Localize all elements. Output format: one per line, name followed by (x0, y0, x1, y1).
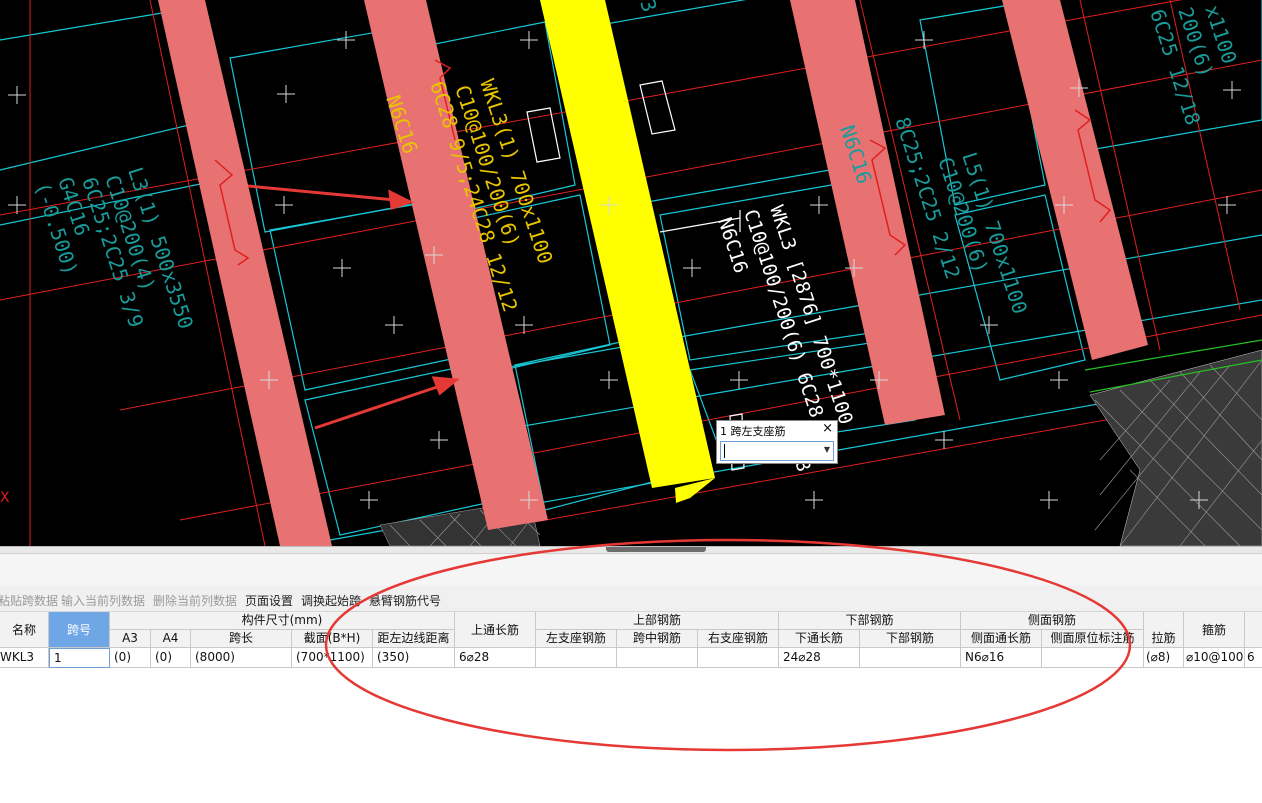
cell-side-original[interactable] (1042, 648, 1144, 668)
col-header-extra (1245, 612, 1262, 648)
cell-edge-distance[interactable]: (350) (373, 648, 455, 668)
cell-left-support[interactable] (536, 648, 617, 668)
cell-span[interactable]: 1 (49, 648, 110, 668)
cell-bottom-continuous[interactable]: 24⌀28 (779, 648, 860, 668)
left-support-rebar-input[interactable]: ▼ (720, 441, 834, 461)
cell-top-continuous[interactable]: 6⌀28 (455, 648, 536, 668)
cell-side-continuous[interactable]: N6⌀16 (961, 648, 1042, 668)
swap-start-span-button[interactable]: 调换起始跨 (301, 592, 361, 609)
col-header-side-rebar-group: 侧面钢筋 (961, 612, 1144, 630)
beam-rebar-table: 名称 跨号 构件尺寸(mm) 上通长筋 上部钢筋 下部钢筋 侧面钢筋 箍筋 A3… (0, 612, 1262, 803)
table-toolbar: 粘贴跨数据 输入当前列数据 删除当前列数据 页面设置 调换起始跨 悬臂钢筋代号 (0, 586, 1262, 612)
cell-right-support[interactable] (698, 648, 779, 668)
col-header-top-rebar-group: 上部钢筋 (536, 612, 779, 630)
col-header-bottom: 下部钢筋 (860, 630, 961, 648)
col-header-edge-distance: 距左边线距离 (373, 630, 455, 648)
panel-spacer (0, 554, 1262, 586)
col-header-bottom-rebar-group: 下部钢筋 (779, 612, 961, 630)
col-header-span-length: 跨长 (191, 630, 292, 648)
col-header-left-support: 左支座钢筋 (536, 630, 617, 648)
col-header-side-original: 侧面原位标注筋 (1042, 630, 1144, 648)
cad-drawing: L3(1) 500x3550 C10@200(4) 6C25;2C25 3/9 … (0, 0, 1262, 546)
top-fragment-label: 3 (635, 0, 662, 15)
col-header-name: 名称 (0, 612, 49, 648)
text-caret (724, 444, 725, 458)
col-header-size-group: 构件尺寸(mm) (110, 612, 455, 630)
red-arrow-2-head-icon (431, 376, 460, 396)
col-header-a3: A3 (110, 630, 151, 648)
col-header-tie: 拉筋 (1144, 630, 1184, 648)
col-header-bottom-continuous: 下通长筋 (779, 630, 860, 648)
span-left-support-popup: 1 跨左支座筋 × ▼ (716, 420, 838, 464)
input-column-data-button[interactable]: 输入当前列数据 (61, 592, 145, 609)
cell-extra[interactable]: 6 (1245, 648, 1262, 668)
col-header-top-continuous: 上通长筋 (455, 612, 536, 648)
panel-splitter[interactable] (0, 546, 1262, 554)
col-header-mid-span: 跨中钢筋 (617, 630, 698, 648)
cell-tie[interactable]: (⌀8) (1144, 648, 1184, 668)
edge-mark: X (0, 490, 10, 506)
cell-a4[interactable]: (0) (151, 648, 191, 668)
close-icon[interactable]: × (822, 421, 833, 436)
cell-span-length[interactable]: (8000) (191, 648, 292, 668)
col-header-stirrup: 箍筋 (1184, 612, 1245, 648)
delete-column-data-button[interactable]: 删除当前列数据 (153, 592, 237, 609)
col-header-a4: A4 (151, 630, 191, 648)
right-beam-annotation: x1100 200(6) 6C25 12/18 3 (635, 0, 1241, 128)
yellow-beam (540, 0, 715, 488)
popup-title: 1 跨左支座筋 (720, 425, 786, 438)
col-header-side-continuous: 侧面通长筋 (961, 630, 1042, 648)
cad-drawing-canvas[interactable]: L3(1) 500x3550 C10@200(4) 6C25;2C25 3/9 … (0, 0, 1262, 546)
cell-section[interactable]: (700*1100) (292, 648, 373, 668)
splitter-handle[interactable] (606, 547, 706, 552)
cell-bottom[interactable] (860, 648, 961, 668)
cantilever-rebar-code-button[interactable]: 悬臂钢筋代号 (369, 592, 441, 609)
red-arrow-2 (314, 384, 441, 430)
col-header-span[interactable]: 跨号 (49, 612, 110, 648)
chevron-down-icon[interactable]: ▼ (824, 445, 830, 454)
page-setup-button[interactable]: 页面设置 (245, 592, 293, 609)
cell-mid-span[interactable] (617, 648, 698, 668)
col-header-section: 截面(B*H) (292, 630, 373, 648)
cell-name[interactable]: WKL3 (0, 648, 49, 668)
cell-a3[interactable]: (0) (110, 648, 151, 668)
col-header-right-support: 右支座钢筋 (698, 630, 779, 648)
cell-stirrup[interactable]: ⌀10@100 (1184, 648, 1245, 668)
red-arrow-1 (247, 184, 396, 202)
paste-span-data-button[interactable]: 粘贴跨数据 (0, 592, 58, 609)
